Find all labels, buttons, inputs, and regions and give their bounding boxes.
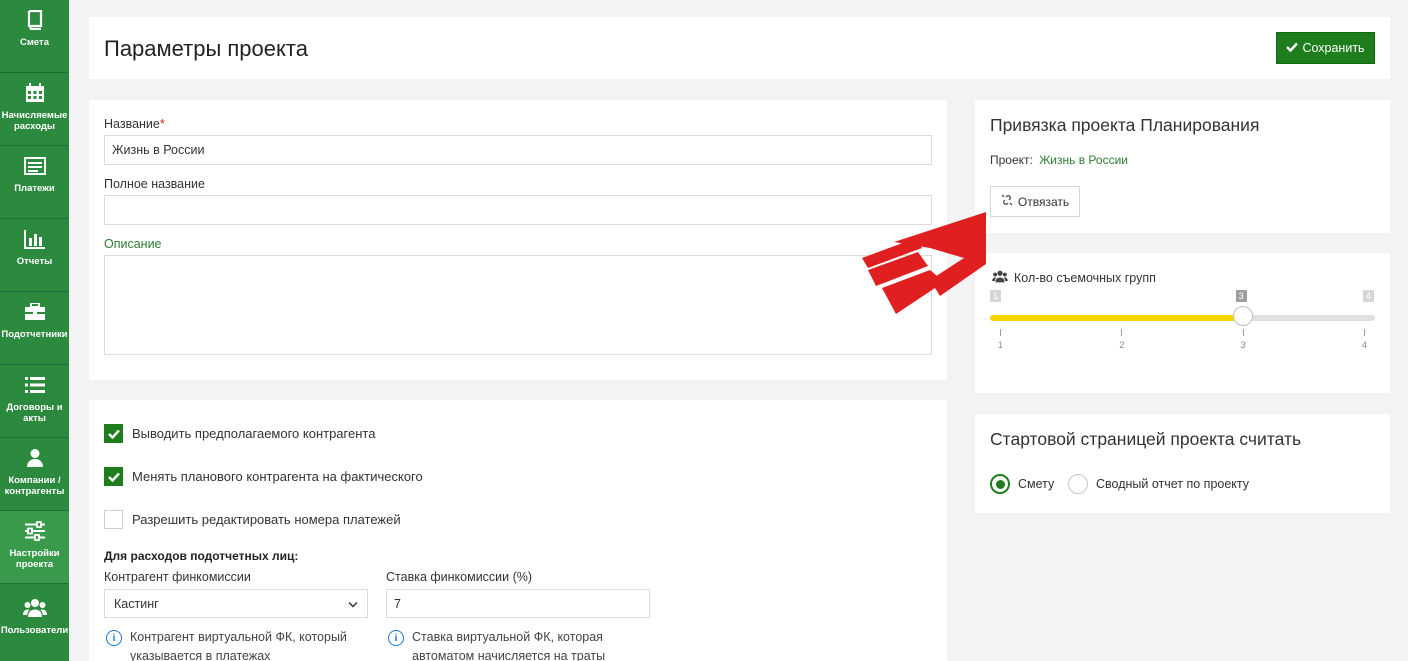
list-icon — [23, 373, 47, 397]
user-icon — [23, 446, 47, 470]
description-textarea[interactable] — [104, 255, 932, 355]
crews-label-text: Кол-во съемочных групп — [1014, 271, 1156, 285]
briefcase-icon — [23, 300, 47, 324]
checkbox[interactable] — [104, 424, 123, 443]
name-label-text: Название — [104, 117, 160, 131]
slider-value-tag: 3 — [1235, 290, 1247, 302]
book-icon — [23, 8, 47, 32]
radio-estimate[interactable]: Смету — [990, 474, 1054, 494]
sidebar-item-estimate[interactable]: Смета — [0, 0, 69, 73]
users-icon — [992, 270, 1008, 286]
chevron-down-icon — [348, 597, 358, 611]
checkbox-label: Выводить предполагаемого контрагента — [132, 426, 376, 441]
slider-tick-label: 4 — [1362, 340, 1368, 350]
checkbox-edit-payment-numbers[interactable]: Разрешить редактировать номера платежей — [104, 510, 401, 529]
page-title: Параметры проекта — [104, 36, 308, 61]
fullname-input[interactable] — [104, 195, 932, 225]
rate-input[interactable]: 7 — [386, 589, 650, 618]
save-button[interactable]: Сохранить — [1276, 32, 1375, 64]
slider-tick-label: 2 — [1119, 340, 1125, 350]
sidebar-item-label: Договоры и акты — [6, 402, 63, 424]
name-label: Название* — [104, 117, 165, 131]
sidebar-item-payments[interactable]: Платежи — [0, 146, 69, 219]
fullname-label: Полное название — [104, 177, 205, 191]
sidebar-item-companies[interactable]: Компании / контрагенты — [0, 438, 69, 511]
startpage-title: Стартовой страницей проекта считать — [990, 429, 1302, 449]
sidebar-item-label: Платежи — [14, 183, 55, 194]
checkbox[interactable] — [104, 510, 123, 529]
sidebar: Смета Начисляемые расходы Платежи Отчеты… — [0, 0, 69, 661]
checkbox-show-expected-counterparty[interactable]: Выводить предполагаемого контрагента — [104, 424, 375, 443]
slider-tick-label: 3 — [1240, 340, 1246, 350]
list-card-icon — [23, 154, 47, 178]
sidebar-item-project-settings[interactable]: Настройки проекта — [0, 511, 69, 584]
sidebar-item-label: Отчеты — [16, 256, 53, 267]
crews-slider-track[interactable] — [990, 315, 1375, 321]
slider-max-tag: 4 — [1363, 290, 1375, 302]
info-icon: i — [388, 630, 404, 646]
slider-tick — [1242, 329, 1244, 336]
save-button-label: Сохранить — [1302, 41, 1365, 55]
check-icon — [107, 429, 120, 439]
sidebar-item-accrued-expenses[interactable]: Начисляемые расходы — [0, 73, 69, 146]
users-icon — [22, 596, 47, 620]
sidebar-item-label: Смета — [20, 37, 49, 48]
accountable-heading: Для расходов подотчетных лиц: — [104, 549, 299, 563]
slider-tick — [1364, 329, 1365, 336]
slider-tick-label: 1 — [998, 340, 1004, 350]
unlink-button-label: Отвязать — [1017, 194, 1070, 209]
sidebar-item-label: Подотчетники — [1, 329, 68, 340]
radio-button[interactable] — [1068, 474, 1088, 494]
radio-summary-report[interactable]: Сводный отчет по проекту — [1068, 474, 1249, 494]
radio-label: Сводный отчет по проекту — [1096, 477, 1250, 491]
planning-title: Привязка проекта Планирования — [990, 115, 1260, 135]
radio-label: Смету — [1018, 477, 1055, 491]
sidebar-item-contracts[interactable]: Договоры и акты — [0, 365, 69, 438]
radio-button[interactable] — [990, 474, 1010, 494]
planning-project-label: Проект: — [990, 153, 1033, 167]
planning-project-link[interactable]: Жизнь в России — [1039, 153, 1128, 167]
required-mark: * — [159, 117, 165, 131]
sidebar-item-users[interactable]: Пользователи — [0, 588, 69, 661]
sidebar-item-label: Начисляемые расходы — [1, 110, 68, 132]
checkbox-label: Менять планового контрагента на фактичес… — [132, 469, 423, 484]
checkbox-replace-counterparty[interactable]: Менять планового контрагента на фактичес… — [104, 467, 423, 486]
slider-tick — [1121, 329, 1123, 336]
planning-project: Проект: Жизнь в России — [990, 153, 1128, 167]
counterparty-info-text: Контрагент виртуальной ФК, который указы… — [130, 630, 347, 661]
counterparty-select[interactable]: Кастинг — [104, 589, 368, 618]
rate-label: Ставка финкомиссии (%) — [386, 570, 533, 584]
sliders-icon — [23, 519, 47, 543]
crews-label: Кол-во съемочных групп — [992, 270, 1156, 286]
unlink-button[interactable]: Отвязать — [990, 186, 1080, 217]
bar-chart-icon — [23, 227, 47, 251]
unlink-icon — [1001, 194, 1013, 209]
calendar-icon — [23, 81, 47, 105]
slider-min-tag: 1 — [990, 290, 1002, 302]
arrow-annotation-icon — [862, 212, 986, 314]
sidebar-item-accountables[interactable]: Подотчетники — [0, 292, 69, 365]
checkbox-label: Разрешить редактировать номера платежей — [132, 512, 401, 527]
rate-info: i Ставка виртуальной ФК, которая автомат… — [388, 628, 628, 661]
check-icon — [1286, 41, 1299, 55]
crews-slider-handle[interactable] — [1232, 306, 1253, 326]
description-label: Описание — [104, 237, 162, 251]
name-input[interactable]: Жизнь в России — [104, 135, 932, 165]
info-icon: i — [106, 630, 122, 646]
sidebar-item-label: Пользователи — [0, 625, 69, 636]
checkbox[interactable] — [104, 467, 123, 486]
counterparty-info: i Контрагент виртуальной ФК, который ука… — [106, 628, 360, 661]
check-icon — [107, 472, 120, 482]
slider-tick — [1000, 329, 1001, 336]
sidebar-item-label: Компании / контрагенты — [4, 475, 65, 497]
crews-slider-fill — [990, 315, 1243, 321]
counterparty-label: Контрагент финкомиссии — [104, 570, 251, 584]
rate-info-text: Ставка виртуальной ФК, которая автоматом… — [412, 630, 606, 661]
counterparty-select-value: Кастинг — [114, 596, 159, 611]
sidebar-item-reports[interactable]: Отчеты — [0, 219, 69, 292]
sidebar-item-label: Настройки проекта — [9, 548, 60, 570]
